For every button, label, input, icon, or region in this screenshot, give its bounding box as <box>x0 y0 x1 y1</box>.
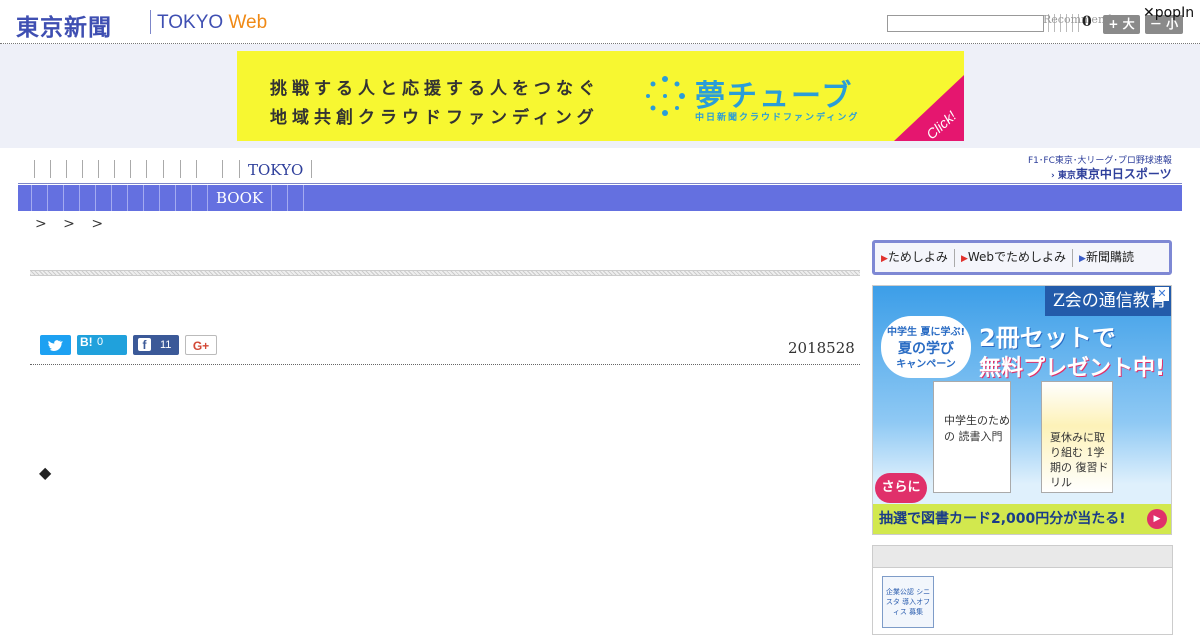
book-left-title: 中学生のための 読書入門 <box>944 414 1010 443</box>
sidebar-panel-header <box>873 546 1172 568</box>
tokyo-web-logo[interactable]: TOKYO Web <box>157 12 267 34</box>
nav-divider <box>18 183 1182 184</box>
font-size-large-button[interactable]: + 大 <box>1103 15 1140 34</box>
logo-web-text: Web <box>228 12 268 33</box>
category-item[interactable] <box>144 185 160 211</box>
nav-item[interactable] <box>130 160 146 178</box>
article-date: 2018528 <box>788 339 855 357</box>
z-kai-brand: Z会の通信教育 <box>1045 286 1171 316</box>
search-input[interactable] <box>887 15 1044 32</box>
yume-tube-ad-banner[interactable]: 挑戦する人と応援する人をつなぐ 地域共創クラウドファンディング 夢チューブ 中日… <box>237 51 964 141</box>
facebook-icon: f <box>138 338 151 352</box>
ad-brand-name: 夢チューブ <box>695 79 854 114</box>
office-recruit-badge[interactable]: 企業公認 シニスタ 導入オフィス 募集 <box>882 576 934 628</box>
google-plus-share-button[interactable]: G+ <box>185 335 217 355</box>
badge-line-2: 夏の学び <box>898 341 954 357</box>
hatena-bookmark-button[interactable]: B! 0 <box>77 335 127 355</box>
nav-item[interactable] <box>222 160 239 178</box>
web-trial-reading-label: Webでためしよみ <box>967 249 1067 264</box>
arrow-right-icon: ▶ <box>881 253 888 264</box>
category-item-book[interactable]: BOOK <box>208 185 273 211</box>
web-trial-reading-link[interactable]: ▶Webでためしよみ <box>955 248 1074 267</box>
nav-item-tokyo[interactable]: TOKYO <box>239 160 311 179</box>
ad-line-2: 地域共創クラウドファンディング <box>270 108 599 128</box>
logo-divider <box>150 10 151 34</box>
category-item[interactable] <box>128 185 144 211</box>
twitter-icon <box>48 340 63 351</box>
tokyo-shimbun-logo[interactable]: 東京新聞 <box>16 8 112 42</box>
twitter-share-button[interactable] <box>40 335 71 355</box>
facebook-share-button[interactable]: f 11 <box>133 335 179 355</box>
category-item[interactable] <box>18 185 32 211</box>
category-book-label: BOOK <box>216 189 264 207</box>
badge-line-3: キャンペーン <box>896 359 956 370</box>
ad-bottom-strip: 抽選で図書カード2,000円分が当たる! ▶ <box>873 504 1171 534</box>
subscription-links-box: ▶ためしよみ ▶Webでためしよみ ▶新聞購読 <box>872 240 1172 275</box>
nav-item[interactable] <box>146 160 163 178</box>
category-item[interactable] <box>80 185 96 211</box>
chunichi-logo-text: 東京中日スポーツ <box>1075 167 1172 181</box>
facebook-count: 11 <box>160 339 172 351</box>
category-item[interactable] <box>288 185 305 211</box>
category-item[interactable] <box>96 185 112 211</box>
category-item[interactable] <box>160 185 176 211</box>
category-item[interactable] <box>176 185 192 211</box>
chunichi-prefix: › 東京 <box>1051 171 1076 181</box>
ad-headline-1: 2冊セットで <box>979 324 1116 352</box>
arrow-right-icon: ▶ <box>1079 253 1086 264</box>
category-item[interactable] <box>272 185 289 211</box>
nav-tokyo-label: TOKYO <box>248 161 304 179</box>
logo-tokyo-text: TOKYO <box>157 12 224 33</box>
campaign-badge: 中学生 夏に学ぶ! 夏の学び キャンペーン <box>881 316 971 378</box>
nav-end <box>311 160 313 178</box>
nav-item[interactable] <box>196 160 222 178</box>
crowdfunding-dots-icon <box>646 76 685 116</box>
ad-sarani-bubble: さらに <box>875 473 927 503</box>
category-item[interactable] <box>64 185 80 211</box>
google-plus-icon: G+ <box>192 339 210 353</box>
nav-item[interactable] <box>163 160 180 178</box>
ad-bottom-text: 抽選で図書カード2,000円分が当たる! <box>879 511 1126 527</box>
newspaper-subscription-label: 新聞購読 <box>1085 249 1134 264</box>
hatena-icon: B! <box>80 335 93 349</box>
reading-book-cover: 中学生のための 読書入門 <box>933 381 1011 493</box>
nav-item[interactable] <box>114 160 130 178</box>
breadcrumb: > > > <box>35 216 104 232</box>
chunichi-sports-logo[interactable]: › 東京東京中日スポーツ <box>1051 165 1172 182</box>
book-right-title: 夏休みに取り組む 1学期の 復習ドリル <box>1050 431 1109 489</box>
recommend-count: 0 <box>1082 14 1092 30</box>
ad-brand-subtitle: 中日新聞クラウドファンディング <box>695 113 860 123</box>
ad-headline-2: 無料プレゼント中! <box>979 356 1166 381</box>
nav-item[interactable] <box>34 160 50 178</box>
nav-item[interactable] <box>82 160 98 178</box>
diamond-bullet-icon: ◆ <box>39 463 52 482</box>
badge-line-1: 中学生 夏に学ぶ! <box>886 327 966 338</box>
z-kai-ad[interactable]: Z会の通信教育 ✕ 中学生 夏に学ぶ! 夏の学び キャンペーン 2冊セットで 無… <box>872 285 1172 535</box>
popin-close-button[interactable]: ✕popIn <box>1143 5 1194 21</box>
category-item[interactable] <box>48 185 64 211</box>
nav-item[interactable] <box>50 160 66 178</box>
arrow-right-icon: ▶ <box>960 253 968 264</box>
category-item[interactable] <box>32 185 48 211</box>
category-item[interactable] <box>192 185 208 211</box>
trial-reading-link[interactable]: ▶ためしよみ <box>875 248 955 267</box>
nav-item[interactable] <box>98 160 114 178</box>
ad-line-1: 挑戦する人と応援する人をつなぐ <box>270 79 600 99</box>
hatena-count: 0 <box>97 336 104 348</box>
category-nav-bar: BOOK <box>18 185 1182 211</box>
newspaper-subscription-link[interactable]: ▶新聞購読 <box>1073 249 1140 267</box>
category-item[interactable] <box>112 185 128 211</box>
play-icon: ▶ <box>1147 509 1167 529</box>
article-title-rule <box>30 270 860 276</box>
recommend-label: Recommend <box>1043 13 1113 26</box>
nav-item[interactable] <box>66 160 82 178</box>
ad-close-icon[interactable]: ✕ <box>1155 287 1169 301</box>
nav-item[interactable] <box>180 160 196 178</box>
article-divider <box>30 364 860 365</box>
trial-reading-label: ためしよみ <box>887 249 948 264</box>
top-nav: TOKYO <box>34 160 313 179</box>
drill-book-cover: 夏休みに取り組む 1学期の 復習ドリル <box>1041 381 1113 493</box>
sidebar-panel: 企業公認 シニスタ 導入オフィス 募集 <box>872 545 1173 635</box>
